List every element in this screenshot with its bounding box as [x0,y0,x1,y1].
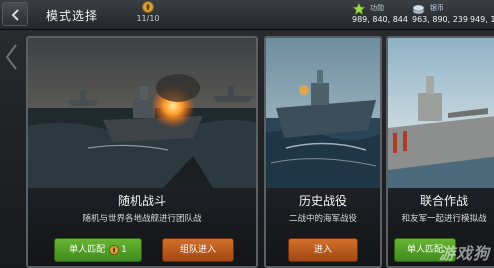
card-title: 历史战役 [298,194,347,208]
card-description: 随机与世界各地战舰进行团队战 [82,214,202,224]
button-label: 单人匹配 [69,245,106,255]
back-button[interactable] [2,2,28,26]
card-title: 随机战斗 [117,194,166,208]
back-arrow-icon [11,9,19,21]
historical-campaign-info: 历史战役 二战中的海军战役 进入 [266,188,380,266]
merit-value: 989, 840, 844 [352,15,408,24]
gold-coin-icon [109,244,120,255]
scroll-left-icon[interactable] [4,42,20,72]
silver-label: 银币 [430,4,444,12]
watermark: 游戏狗 [438,244,490,263]
ticket-count: 11/10 [136,14,160,23]
button-label: 进入 [313,245,332,255]
silver-resource: 银币 963, 890, 239 [412,2,468,28]
gold-value: 949, 1 [470,15,494,24]
team-join-button[interactable]: 组队进入 [162,238,234,262]
gold-resource: 949, 1 [470,2,494,28]
page-title: 模式选择 [46,9,99,23]
card-description: 和友军一起进行模拟战 [401,214,487,224]
random-battle-info: 随机战斗 随机与世界各地战舰进行团队战 单人匹配 1 组队进入 [28,188,256,266]
joint-operation-artwork [388,38,494,188]
silver-coin-icon [412,4,425,15]
cost-count: 1 [121,245,127,255]
card-title: 联合作战 [419,194,468,208]
merit-label: 功勋 [370,4,384,12]
merit-star-icon [352,3,366,15]
card-random-battle[interactable]: 随机战斗 随机与世界各地战舰进行团队战 单人匹配 1 组队进入 [26,36,258,268]
card-description: 二战中的海军战役 [288,214,357,224]
enter-button[interactable]: 进入 [288,238,358,262]
solo-match-button[interactable]: 单人匹配 1 [54,238,142,262]
card-joint-operation[interactable]: 联合作战 和友军一起进行模拟战 单人匹配 [386,36,494,268]
fuel-ticket-icon [142,1,154,13]
random-battle-artwork [28,38,256,188]
button-label: 单人匹配 [406,245,443,255]
top-bar: 模式选择 11/10 功勋 989, 840, 844 银币 963, 890,… [0,0,494,30]
card-historical-campaign[interactable]: 历史战役 二战中的海军战役 进入 [264,36,382,268]
button-label: 组队进入 [179,245,216,255]
historical-campaign-artwork [266,38,380,188]
silver-value: 963, 890, 239 [412,15,468,24]
mode-select-screen: 模式选择 11/10 功勋 989, 840, 844 银币 963, 890,… [0,0,494,268]
ticket-counter: 11/10 [136,0,160,23]
merit-resource: 功勋 989, 840, 844 [352,2,408,28]
